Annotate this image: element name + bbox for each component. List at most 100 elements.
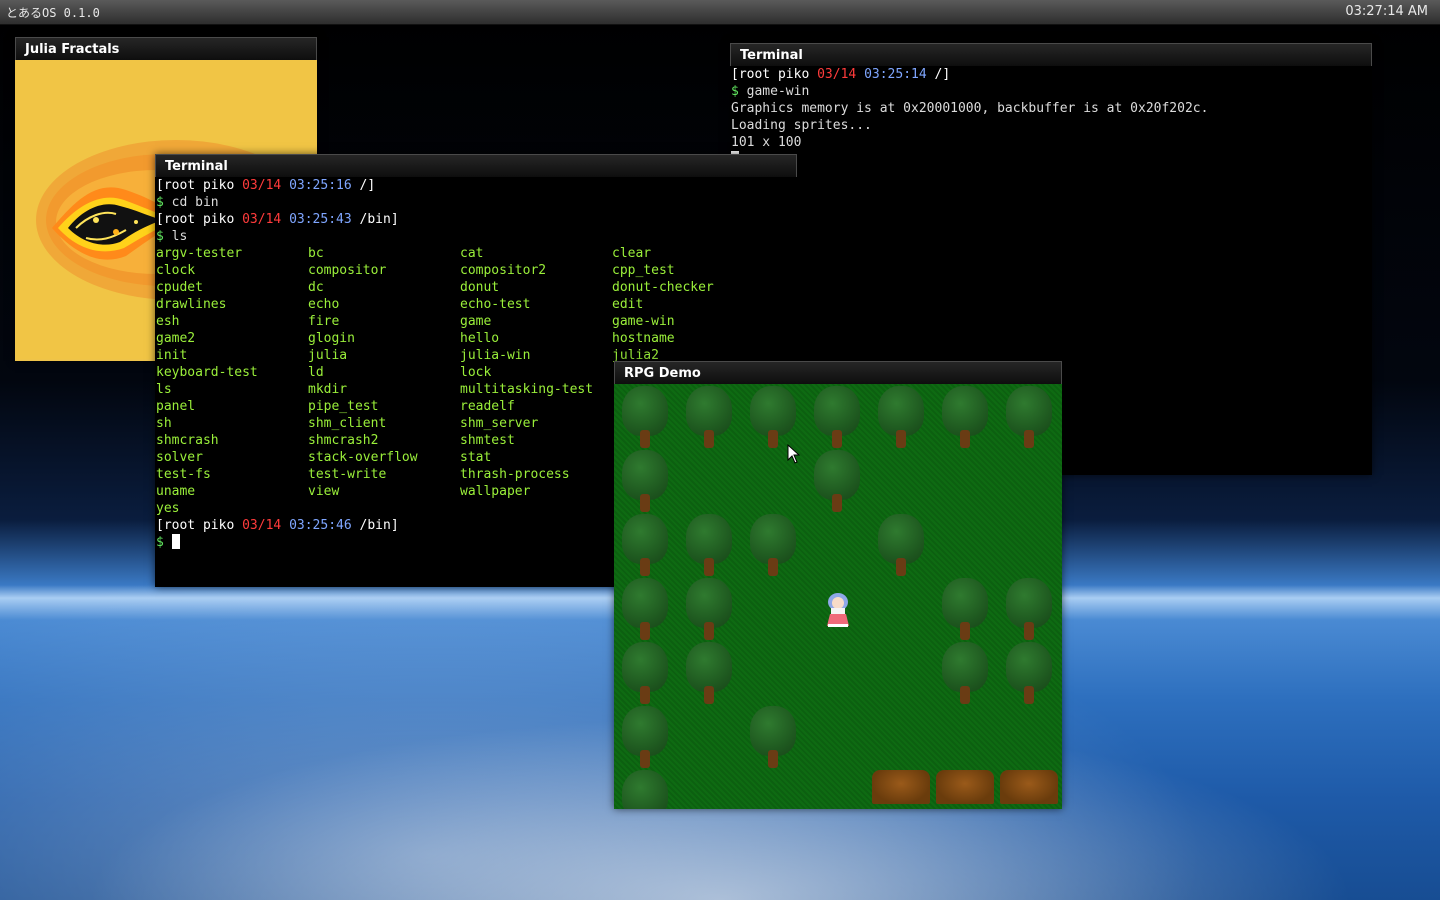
- ls-file-entry: ls: [156, 382, 172, 397]
- tree-tile: [938, 578, 994, 642]
- rpg-demo-window[interactable]: RPG Demo: [614, 361, 1062, 809]
- ls-file-entry: echo-test: [460, 297, 531, 312]
- terminal-output[interactable]: [root piko 03/14 03:25:14 /] $ game-win Gr…: [730, 66, 1372, 168]
- tree-tile: [874, 386, 930, 450]
- ls-file-entry: hostname: [612, 331, 675, 346]
- dirt-tile: [872, 770, 930, 804]
- tree-tile: [746, 514, 802, 578]
- dirt-tile: [936, 770, 994, 804]
- ls-file-entry: thrash-process: [460, 467, 570, 482]
- tree-tile: [682, 642, 738, 706]
- ls-file-entry: dc: [308, 280, 324, 295]
- tree-tile: [746, 386, 802, 450]
- ls-file-entry: echo: [308, 297, 340, 312]
- ls-file-entry: esh: [156, 314, 180, 329]
- ls-file-entry: uname: [156, 484, 196, 499]
- ls-file-entry: argv-tester: [156, 246, 243, 261]
- output-line: Graphics memory is at 0x20001000, backbu…: [731, 101, 1209, 116]
- ls-file-entry: panel: [156, 399, 196, 414]
- tree-tile: [938, 642, 994, 706]
- ls-file-entry: cpp_test: [612, 263, 675, 278]
- window-titlebar[interactable]: Julia Fractals: [15, 37, 317, 60]
- ls-file-entry: cpudet: [156, 280, 203, 295]
- ls-file-entry: init: [156, 348, 188, 363]
- ls-file-entry: shmtest: [460, 433, 515, 448]
- prompt-line: [root piko 03/14 03:25:14 /]: [731, 67, 951, 82]
- tree-tile: [938, 386, 994, 450]
- ls-file-entry: julia-win: [460, 348, 531, 363]
- ls-file-entry: game-win: [612, 314, 675, 329]
- ls-file-entry: donut: [460, 280, 500, 295]
- ls-file-entry: yes: [156, 501, 180, 516]
- ls-file-entry: edit: [612, 297, 644, 312]
- panel-clock: 03:27:14 AM: [1345, 4, 1428, 19]
- tree-tile: [1002, 642, 1058, 706]
- tree-tile: [618, 642, 674, 706]
- tree-tile: [746, 706, 802, 770]
- mouse-pointer-icon: [787, 443, 801, 468]
- ls-file-entry: test-fs: [156, 467, 211, 482]
- ls-file-entry: shmcrash: [156, 433, 219, 448]
- ls-file-entry: view: [308, 484, 340, 499]
- ls-file-entry: compositor2: [460, 263, 547, 278]
- rpg-game-field[interactable]: [614, 384, 1062, 809]
- ls-file-entry: pipe_test: [308, 399, 379, 414]
- ls-file-entry: julia: [308, 348, 348, 363]
- ls-file-entry: fire: [308, 314, 340, 329]
- tree-tile: [618, 770, 674, 809]
- ls-file-entry: shm_server: [460, 416, 539, 431]
- ls-file-entry: shmcrash2: [308, 433, 379, 448]
- ls-file-entry: donut-checker: [612, 280, 714, 295]
- command-line: $ cd bin: [156, 195, 219, 210]
- tree-tile: [618, 386, 674, 450]
- ls-file-entry: clock: [156, 263, 196, 278]
- ls-file-entry: shm_client: [308, 416, 387, 431]
- output-line: Loading sprites...: [731, 118, 872, 133]
- tree-tile: [810, 450, 866, 514]
- ls-file-entry: readelf: [460, 399, 515, 414]
- tree-tile: [1002, 578, 1058, 642]
- tree-tile: [874, 514, 930, 578]
- ls-file-entry: game: [460, 314, 492, 329]
- window-titlebar[interactable]: RPG Demo: [614, 361, 1062, 384]
- tree-tile: [682, 514, 738, 578]
- ls-file-entry: hello: [460, 331, 500, 346]
- output-line: 101 x 100: [731, 135, 802, 150]
- ls-file-entry: ld: [308, 365, 324, 380]
- ls-file-entry: drawlines: [156, 297, 227, 312]
- ls-file-entry: multitasking-test: [460, 382, 594, 397]
- terminal-cursor: [731, 151, 1372, 168]
- ls-file-entry: lock: [460, 365, 492, 380]
- ls-file-entry: glogin: [308, 331, 355, 346]
- prompt-line: [root piko 03/14 03:25:43 /bin]: [156, 212, 399, 227]
- tree-tile: [618, 514, 674, 578]
- ls-file-entry: stack-overflow: [308, 450, 418, 465]
- ls-file-entry: test-write: [308, 467, 387, 482]
- ls-file-entry: cat: [460, 246, 484, 261]
- tree-tile: [1002, 386, 1058, 450]
- tree-tile: [618, 578, 674, 642]
- ls-file-entry: clear: [612, 246, 652, 261]
- ls-file-entry: mkdir: [308, 382, 348, 397]
- ls-file-entry: keyboard-test: [156, 365, 258, 380]
- command-line: $ ls: [156, 229, 188, 244]
- window-titlebar[interactable]: Terminal: [730, 43, 1372, 66]
- ls-file-entry: solver: [156, 450, 203, 465]
- ls-file-entry: sh: [156, 416, 172, 431]
- ls-file-entry: game2: [156, 331, 196, 346]
- command-line: $ game-win: [731, 84, 810, 99]
- os-title: とあるOS 0.1.0: [6, 6, 100, 20]
- dirt-tile: [1000, 770, 1058, 804]
- ls-file-entry: wallpaper: [460, 484, 531, 499]
- tree-tile: [682, 578, 738, 642]
- ls-file-entry: compositor: [308, 263, 387, 278]
- player-character-sprite: [822, 590, 854, 630]
- top-panel: とあるOS 0.1.0 03:27:14 AM: [0, 0, 1440, 25]
- window-titlebar[interactable]: Terminal: [155, 154, 797, 177]
- ls-file-entry: bc: [308, 246, 324, 261]
- ls-file-entry: stat: [460, 450, 492, 465]
- tree-tile: [618, 450, 674, 514]
- tree-tile: [682, 386, 738, 450]
- prompt-line: [root piko 03/14 03:25:16 /]: [156, 178, 376, 193]
- tree-tile: [618, 706, 674, 770]
